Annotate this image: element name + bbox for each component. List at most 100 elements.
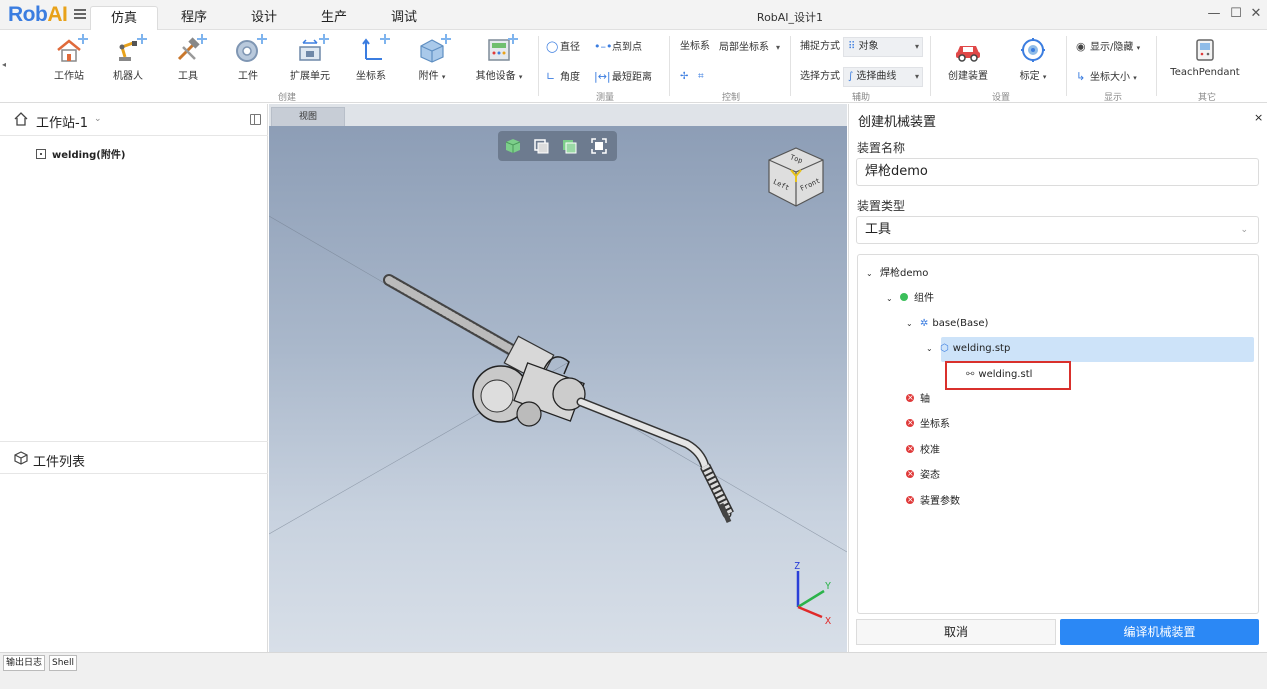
angle-button[interactable]: ∟ 角度	[546, 69, 580, 85]
snap-mode-label: 捕捉方式	[800, 41, 840, 52]
hammer-wrench-icon	[173, 34, 207, 63]
other-devices-button[interactable]: 其他设备 ▾	[470, 34, 528, 85]
fit-view-icon[interactable]	[590, 137, 608, 155]
tree-node-calibration[interactable]: 校准	[906, 437, 940, 463]
part-cube-icon: ⬡	[940, 343, 949, 354]
wireframe-view-icon[interactable]	[532, 137, 550, 155]
device-name-input[interactable]: 焊枪demo	[856, 158, 1259, 186]
group-label-display: 显示	[1103, 93, 1122, 103]
tab-view[interactable]: 视图	[271, 107, 345, 126]
tab-program[interactable]: 程序	[170, 6, 218, 30]
title-bar: RobAI 仿真 程序 设计 生产 调试 RobAI_设计1 — ☐ ✕	[0, 0, 1267, 30]
create-device-button[interactable]: 创建装置	[942, 35, 994, 85]
cancel-button[interactable]: 取消	[856, 619, 1056, 645]
expansion-unit-button[interactable]: 扩展单元	[284, 34, 336, 85]
tree-node-components[interactable]: ⌄ 组件	[886, 287, 934, 311]
tab-production[interactable]: 生产	[310, 6, 358, 30]
shaded-view-icon[interactable]	[504, 137, 522, 155]
minimize-button[interactable]: —	[1206, 5, 1222, 23]
tree-node-axis[interactable]: 轴	[906, 386, 930, 412]
status-ok-icon	[900, 293, 908, 301]
x-axis-label: X	[825, 616, 831, 627]
compile-mechanism-button[interactable]: 编译机械装置	[1060, 619, 1259, 645]
tree-item-welding[interactable]: welding(附件)	[36, 146, 125, 161]
cube-icon	[417, 34, 451, 63]
workpiece-button[interactable]: 工件	[226, 34, 270, 85]
close-window-button[interactable]: ✕	[1248, 5, 1264, 23]
tree-node-pose[interactable]: 姿态	[906, 462, 940, 488]
tree-node-root[interactable]: ⌄ 焊枪demo	[866, 262, 928, 286]
target-icon	[1018, 37, 1048, 63]
attachment-node-icon	[36, 149, 46, 159]
other-devices-dropdown-icon[interactable]: ▾	[519, 73, 523, 81]
tree-node-params[interactable]: 装置参数	[906, 488, 960, 514]
device-tree: ⌄ 焊枪demo ⌄ 组件 ⌄ ✲ base(Base) ⌄ ⬡ welding.stp ⚯…	[857, 254, 1259, 614]
status-error-icon	[906, 411, 914, 435]
tree-node-stp[interactable]: ⌄ ⬡ welding.stp	[926, 337, 1010, 361]
cube-outline-icon	[14, 451, 28, 465]
point-to-point-button[interactable]: •–•点到点	[594, 39, 642, 55]
gear-part-icon	[233, 34, 267, 63]
chevron-down-icon[interactable]: ⌄	[94, 114, 102, 124]
workstation-title[interactable]: 工作站-1	[36, 112, 88, 131]
attachment-button[interactable]: 附件 ▾	[408, 34, 456, 85]
ribbon-toolbar: ◂ 工作站 机器人 工具 工件 扩展单元 坐标系 附件 ▾ 其他设备 ▾ 创建 …	[0, 30, 1267, 103]
coord-system-select[interactable]: 局部坐标系 ▾	[714, 38, 784, 58]
tab-debug[interactable]: 调试	[380, 6, 428, 30]
shortest-distance-button[interactable]: |↔|最短距离	[594, 69, 652, 85]
move-icon[interactable]: ✢	[680, 69, 688, 85]
gear-icon: ✲	[920, 318, 929, 329]
group-label-other: 其它	[1197, 93, 1216, 103]
app-logo: RobAI	[8, 3, 68, 26]
group-label-measure: 测量	[595, 93, 614, 103]
rotate-icon[interactable]: ⌗	[698, 69, 704, 85]
tool-button[interactable]: 工具	[166, 34, 210, 85]
axis-size-icon: ↳	[1076, 70, 1086, 83]
home-icon	[14, 112, 28, 126]
tree-node-coord[interactable]: 坐标系	[906, 411, 950, 437]
robot-button[interactable]: 机器人	[106, 34, 150, 85]
show-hide-button[interactable]: ◉ 显示/隐藏 ▾	[1076, 39, 1140, 55]
robot-arm-icon	[113, 34, 147, 63]
teach-pendant-button[interactable]: TeachPendant	[1166, 35, 1244, 85]
maximize-button[interactable]: ☐	[1228, 5, 1244, 23]
eye-icon: ◉	[1076, 40, 1086, 53]
device-name-label: 装置名称	[857, 141, 906, 155]
panel-title: 创建机械装置	[858, 115, 937, 130]
axes-icon	[356, 34, 390, 63]
angle-icon: ∟	[546, 70, 556, 83]
welding-torch-model[interactable]	[269, 104, 847, 652]
hamburger-menu-icon[interactable]	[74, 9, 86, 19]
chevron-down-icon: ⌄	[886, 294, 893, 303]
ribbon-collapse-icon[interactable]: ◂	[2, 60, 6, 69]
calibration-dropdown-icon[interactable]: ▾	[1043, 73, 1047, 81]
axis-size-button[interactable]: ↳ 坐标大小 ▾	[1076, 69, 1137, 85]
coordinate-system-button[interactable]: 坐标系	[350, 34, 392, 85]
status-error-icon	[906, 462, 914, 486]
tree-node-base[interactable]: ⌄ ✲ base(Base)	[906, 312, 988, 336]
tab-design[interactable]: 设计	[240, 6, 288, 30]
workstation-header: 工作站-1 ⌄	[0, 104, 268, 136]
snap-mode-select[interactable]: ⠿ 对象 ▾	[843, 37, 923, 57]
attachment-dropdown-icon[interactable]: ▾	[442, 73, 446, 81]
window-title: RobAI_设计1	[756, 11, 824, 24]
workstation-button[interactable]: 工作站	[48, 34, 90, 85]
tab-shell[interactable]: Shell	[49, 655, 77, 671]
calibration-button[interactable]: 标定 ▾	[1008, 35, 1058, 85]
device-type-label: 装置类型	[857, 199, 906, 213]
select-mode-label: 选择方式	[800, 71, 840, 82]
diameter-button[interactable]: ◯ 直径	[546, 39, 580, 55]
tab-output-log[interactable]: 输出日志	[3, 655, 46, 671]
solid-view-icon[interactable]	[560, 137, 578, 155]
pendant-icon	[1190, 37, 1220, 63]
navigation-cube[interactable]: Top Left Front	[765, 144, 827, 210]
tab-simulation[interactable]: 仿真	[90, 6, 158, 30]
close-icon[interactable]: ×	[1254, 111, 1263, 124]
curve-icon: ∫	[848, 71, 854, 82]
z-axis-label: Z	[794, 561, 800, 572]
3d-viewport[interactable]: 视图 Top Left Front Z Y X	[269, 104, 847, 652]
select-mode-select[interactable]: ∫ 选择曲线 ▾	[843, 67, 923, 87]
panel-dock-icon[interactable]	[250, 114, 261, 125]
chevron-down-icon: ⌄	[866, 269, 873, 278]
device-type-select[interactable]: 工具 ⌄	[856, 216, 1259, 244]
